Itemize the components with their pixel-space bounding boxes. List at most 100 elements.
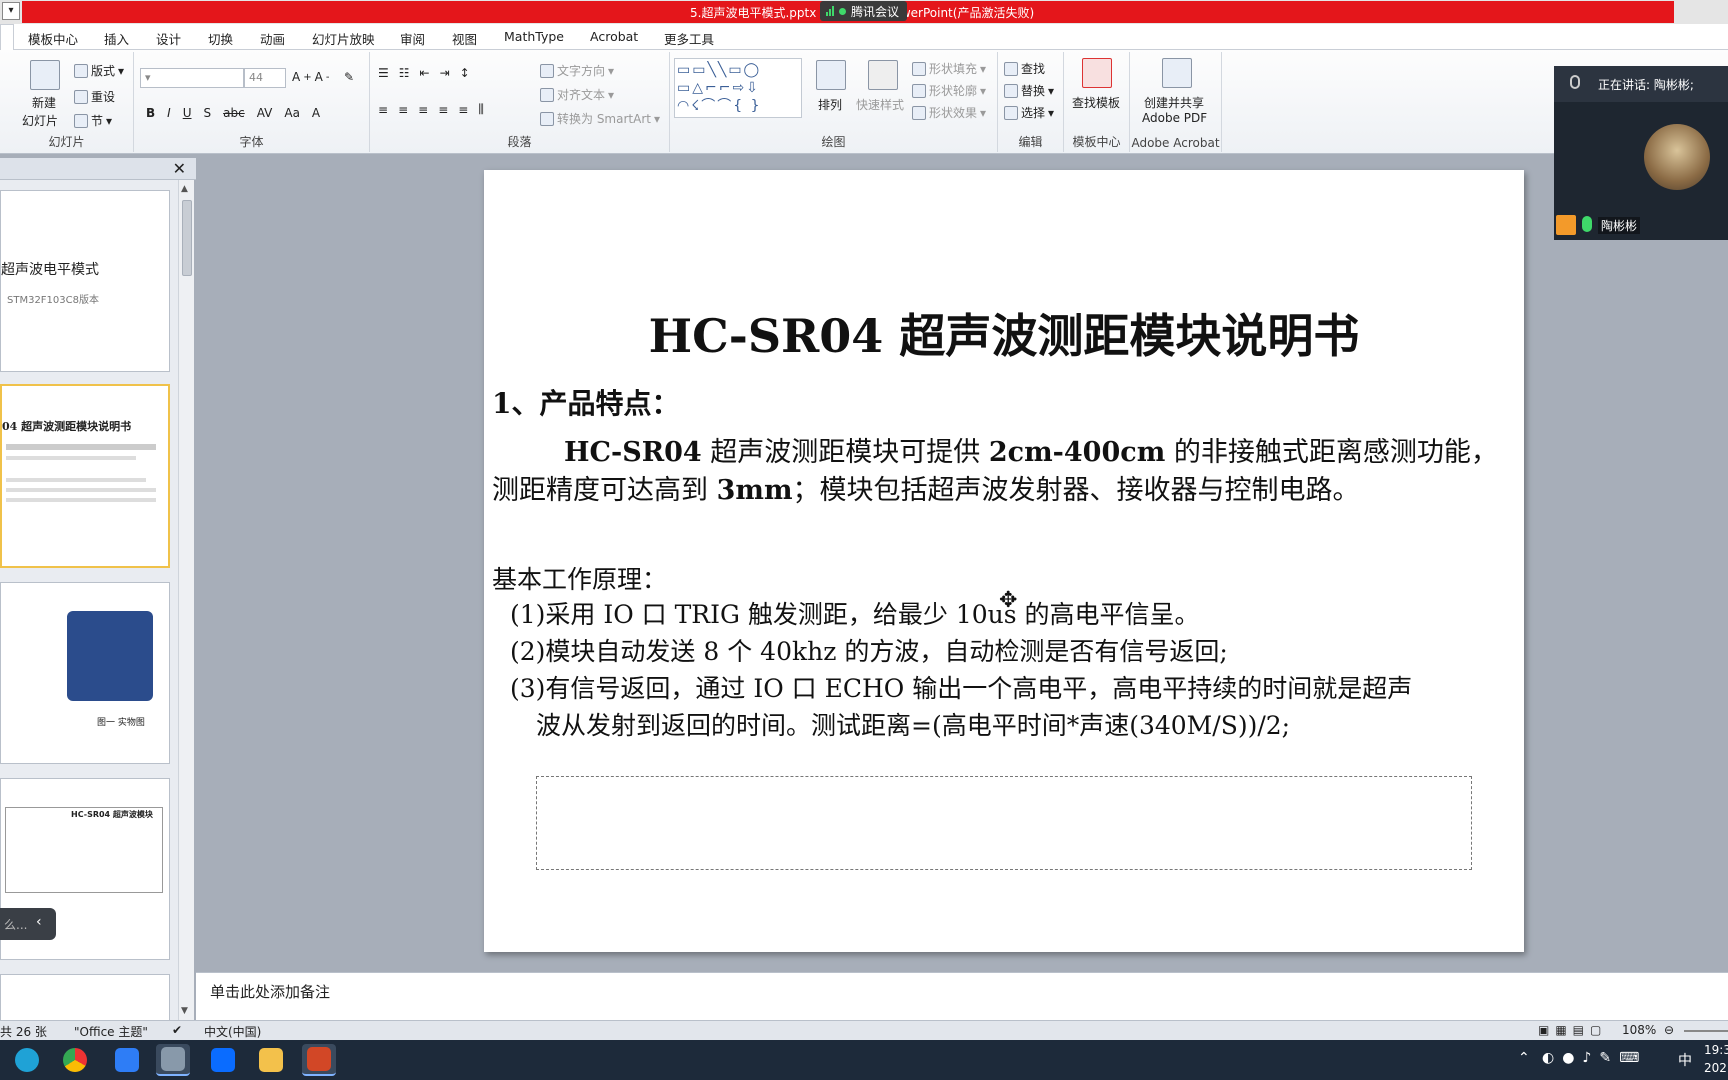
align-text-button[interactable]: 对齐文本 ▾ (540, 86, 614, 103)
tab-view[interactable]: 视图 (452, 29, 477, 48)
scroll-up-icon[interactable]: ▲ (181, 184, 188, 194)
zoom-slider[interactable] (1684, 1030, 1728, 1032)
indent-increase-icon[interactable]: ⇥ (440, 66, 450, 80)
new-slide-icon[interactable] (30, 60, 60, 90)
tab-insert[interactable]: 插入 (104, 29, 129, 48)
principle-heading[interactable]: 基本工作原理： (492, 560, 667, 596)
arrange-button[interactable]: 排列 (818, 96, 842, 113)
section-button[interactable]: 节 ▾ (74, 112, 112, 129)
scroll-down-icon[interactable]: ▼ (181, 1006, 188, 1016)
shapes-gallery[interactable]: ▭▭╲╲▭◯ ▭△⌐⌐⇨⇩ ◠☇⌒⌒{ } (674, 58, 802, 118)
font-size-select[interactable]: 44 (244, 68, 286, 88)
slide-thumb-2[interactable]: 04 超声波测距模块说明书 (0, 384, 170, 568)
principle-item-3-cont[interactable]: 波从发射到返回的时间。测试距离=(高电平时间*声速(340M/S))/2; (536, 707, 1536, 744)
taskbar-chrome[interactable] (58, 1044, 92, 1076)
shape-effects-button[interactable]: 形状效果 ▾ (912, 104, 986, 121)
tab-review[interactable]: 审阅 (400, 29, 425, 48)
find-button[interactable]: 查找 (1004, 60, 1045, 77)
align-center-icon[interactable]: ≡ (398, 103, 408, 117)
justify-icon[interactable]: ≡ (438, 103, 448, 117)
tray-icons[interactable]: ◐●♪✎⌨ (1542, 1050, 1647, 1066)
clock-time[interactable]: 19:3 (1704, 1043, 1728, 1057)
shape-outline-button[interactable]: 形状轮廓 ▾ (912, 82, 986, 99)
new-slide-label-2[interactable]: 幻灯片 (22, 112, 58, 129)
font-name-select[interactable]: ▾ (140, 68, 244, 88)
find-template-button[interactable]: 查找模板 (1072, 94, 1120, 111)
principle-item-3[interactable]: (3)有信号返回，通过 IO 口 ECHO 输出一个高电平，高电平持续的时间就是… (510, 670, 1510, 707)
columns-icon[interactable]: ⫼ (478, 102, 484, 117)
find-template-icon[interactable] (1082, 58, 1112, 88)
current-slide[interactable]: HC-SR04 超声波测距模块说明书 1、产品特点： HC-SR04 超声波测距… (484, 170, 1524, 952)
select-button[interactable]: 选择 ▾ (1004, 104, 1054, 121)
smartart-button[interactable]: 转换为 SmartArt ▾ (540, 110, 660, 127)
notes-pane[interactable]: 单击此处添加备注 (196, 972, 1728, 1020)
slide-heading[interactable]: 1、产品特点： (492, 382, 679, 422)
language[interactable]: 中文(中国) (204, 1023, 261, 1040)
tab-slideshow[interactable]: 幻灯片放映 (312, 29, 375, 48)
view-buttons[interactable]: ▣▦▤▢ (1538, 1023, 1607, 1037)
underline-icon[interactable]: U (183, 106, 192, 120)
tab-template-center[interactable]: 模板中心 (28, 29, 78, 48)
thumbnail-scrollbar[interactable]: ▲ ▼ (178, 180, 194, 1020)
text-direction-button[interactable]: 文字方向 ▾ (540, 62, 614, 79)
bullets-icon[interactable]: ☰ (378, 66, 389, 80)
tab-design[interactable]: 设计 (156, 29, 181, 48)
quick-styles-button[interactable]: 快速样式 (856, 96, 904, 113)
taskbar-edge[interactable] (10, 1044, 44, 1076)
meeting-indicator[interactable]: 腾讯会议 (820, 1, 908, 21)
floating-collapse-button[interactable]: 么... ‹ (0, 908, 56, 940)
principle-item-2[interactable]: (2)模块自动发送 8 个 40khz 的方波，自动检测是否有信号返回; (510, 633, 1510, 670)
slide-thumb-1[interactable]: 超声波电平模式 STM32F103C8版本 (0, 190, 170, 372)
tray-chevron-up-icon[interactable]: ⌃ (1518, 1050, 1530, 1066)
strikethrough-icon[interactable]: abc (223, 106, 245, 120)
taskbar-app-active[interactable] (156, 1044, 190, 1076)
empty-placeholder-box[interactable] (536, 776, 1472, 870)
align-right-icon[interactable]: ≡ (418, 103, 428, 117)
tab-more-tools[interactable]: 更多工具 (664, 29, 714, 48)
distributed-icon[interactable]: ≡ (458, 103, 468, 117)
system-menu-icon[interactable]: ▾ (2, 2, 20, 20)
font-grow-icon[interactable]: A + A- (292, 70, 329, 84)
taskbar-explorer[interactable] (254, 1044, 288, 1076)
scroll-thumb[interactable] (182, 200, 192, 276)
slide-paragraph[interactable]: HC-SR04 超声波测距模块可提供 2cm-400cm 的非接触式距离感测功能… (492, 434, 1516, 510)
tab-animations[interactable]: 动画 (260, 29, 285, 48)
quick-styles-icon[interactable] (868, 60, 898, 90)
line-spacing-icon[interactable]: ↕ (460, 66, 470, 80)
reset-button[interactable]: 重设 (74, 88, 115, 105)
italic-icon[interactable]: I (167, 106, 171, 120)
bold-icon[interactable]: B (146, 106, 155, 120)
zoom-level[interactable]: 108% (1622, 1023, 1656, 1037)
ime-indicator[interactable]: 中 (1678, 1050, 1692, 1070)
tab-acrobat[interactable]: Acrobat (590, 29, 638, 44)
create-share-label[interactable]: 创建并共享 (1144, 94, 1204, 111)
arrange-icon[interactable] (816, 60, 846, 90)
tab-mathtype[interactable]: MathType (504, 29, 564, 44)
adobe-pdf-label[interactable]: Adobe PDF (1142, 111, 1207, 125)
char-spacing-icon[interactable]: AV (257, 106, 273, 120)
taskbar-powerpoint[interactable] (302, 1044, 336, 1076)
tab-transitions[interactable]: 切换 (208, 29, 233, 48)
create-pdf-icon[interactable] (1162, 58, 1192, 88)
slide-thumb-3[interactable]: 图一 实物图 (0, 582, 170, 764)
close-pane-icon[interactable]: ✕ (173, 159, 186, 178)
align-left-icon[interactable]: ≡ (378, 103, 388, 117)
shadow-icon[interactable]: S (204, 106, 212, 120)
tab-home[interactable] (0, 24, 14, 50)
meeting-video-window[interactable]: 正在讲话: 陶彬彬; 陶彬彬 (1554, 66, 1728, 240)
slide-title[interactable]: HC-SR04 超声波测距模块说明书 (484, 300, 1524, 366)
indent-decrease-icon[interactable]: ⇤ (420, 66, 430, 80)
taskbar-mail[interactable] (110, 1044, 144, 1076)
font-color-icon[interactable]: A (312, 106, 320, 120)
shape-fill-button[interactable]: 形状填充 ▾ (912, 60, 986, 77)
replace-button[interactable]: 替换 ▾ (1004, 82, 1054, 99)
clear-format-icon[interactable]: ✎ (344, 70, 354, 84)
new-slide-label[interactable]: 新建 (32, 94, 56, 111)
clock-date[interactable]: 202 (1704, 1061, 1727, 1075)
spellcheck-icon[interactable]: ✔ (172, 1023, 182, 1037)
taskbar-meeting[interactable] (206, 1044, 240, 1076)
layout-button[interactable]: 版式 ▾ (74, 62, 124, 79)
numbering-icon[interactable]: ☷ (399, 66, 410, 80)
slide-thumb-5[interactable] (0, 974, 170, 1020)
zoom-out-icon[interactable]: ⊖ (1664, 1023, 1674, 1037)
